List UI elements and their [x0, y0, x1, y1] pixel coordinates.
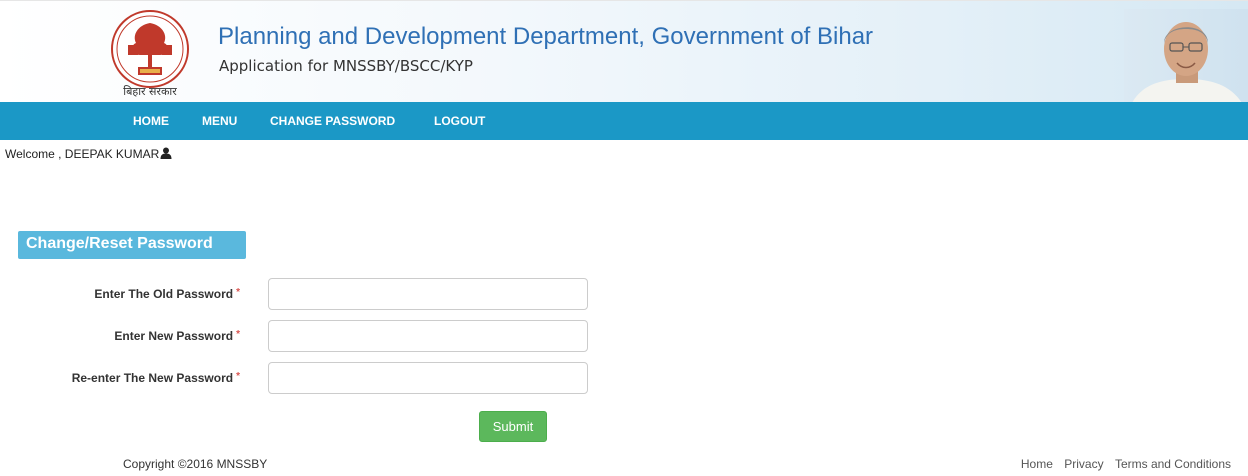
welcome-text: Welcome , DEEPAK KUMAR: [5, 147, 160, 161]
confirm-password-input[interactable]: [268, 362, 588, 394]
nav-home[interactable]: HOME: [133, 114, 169, 128]
bihar-emblem-logo: बिहार सरकार: [104, 9, 196, 101]
nav-change-password[interactable]: CHANGE PASSWORD: [270, 114, 395, 128]
copyright-text: Copyright ©2016 MNSSBY: [123, 457, 268, 471]
emblem-caption: बिहार सरकार: [123, 85, 177, 98]
new-password-input[interactable]: [268, 320, 588, 352]
submit-button[interactable]: Submit: [479, 411, 547, 442]
section-title: Change/Reset Password: [18, 231, 246, 259]
site-header: बिहार सरकार Planning and Development Dep…: [0, 0, 1248, 103]
new-password-label: Enter New Password *: [114, 329, 240, 343]
old-password-label: Enter The Old Password *: [94, 287, 240, 301]
confirm-password-label: Re-enter The New Password *: [71, 371, 240, 385]
user-icon: [160, 147, 172, 162]
footer-link-privacy[interactable]: Privacy: [1064, 457, 1103, 471]
footer-links: Home Privacy Terms and Conditions: [1013, 457, 1231, 471]
main-navbar: HOME MENU CHANGE PASSWORD LOGOUT: [0, 102, 1248, 140]
page-subtitle: Application for MNSSBY/BSCC/KYP: [219, 57, 473, 75]
page-title: Planning and Development Department, Gov…: [218, 23, 874, 50]
welcome-message: Welcome , DEEPAK KUMAR: [5, 147, 172, 162]
chief-minister-portrait: [1124, 9, 1248, 103]
nav-menu[interactable]: MENU: [202, 114, 237, 128]
nav-logout[interactable]: LOGOUT: [434, 114, 485, 128]
old-password-input[interactable]: [268, 278, 588, 310]
footer-link-home[interactable]: Home: [1021, 457, 1053, 471]
footer-link-terms[interactable]: Terms and Conditions: [1115, 457, 1231, 471]
